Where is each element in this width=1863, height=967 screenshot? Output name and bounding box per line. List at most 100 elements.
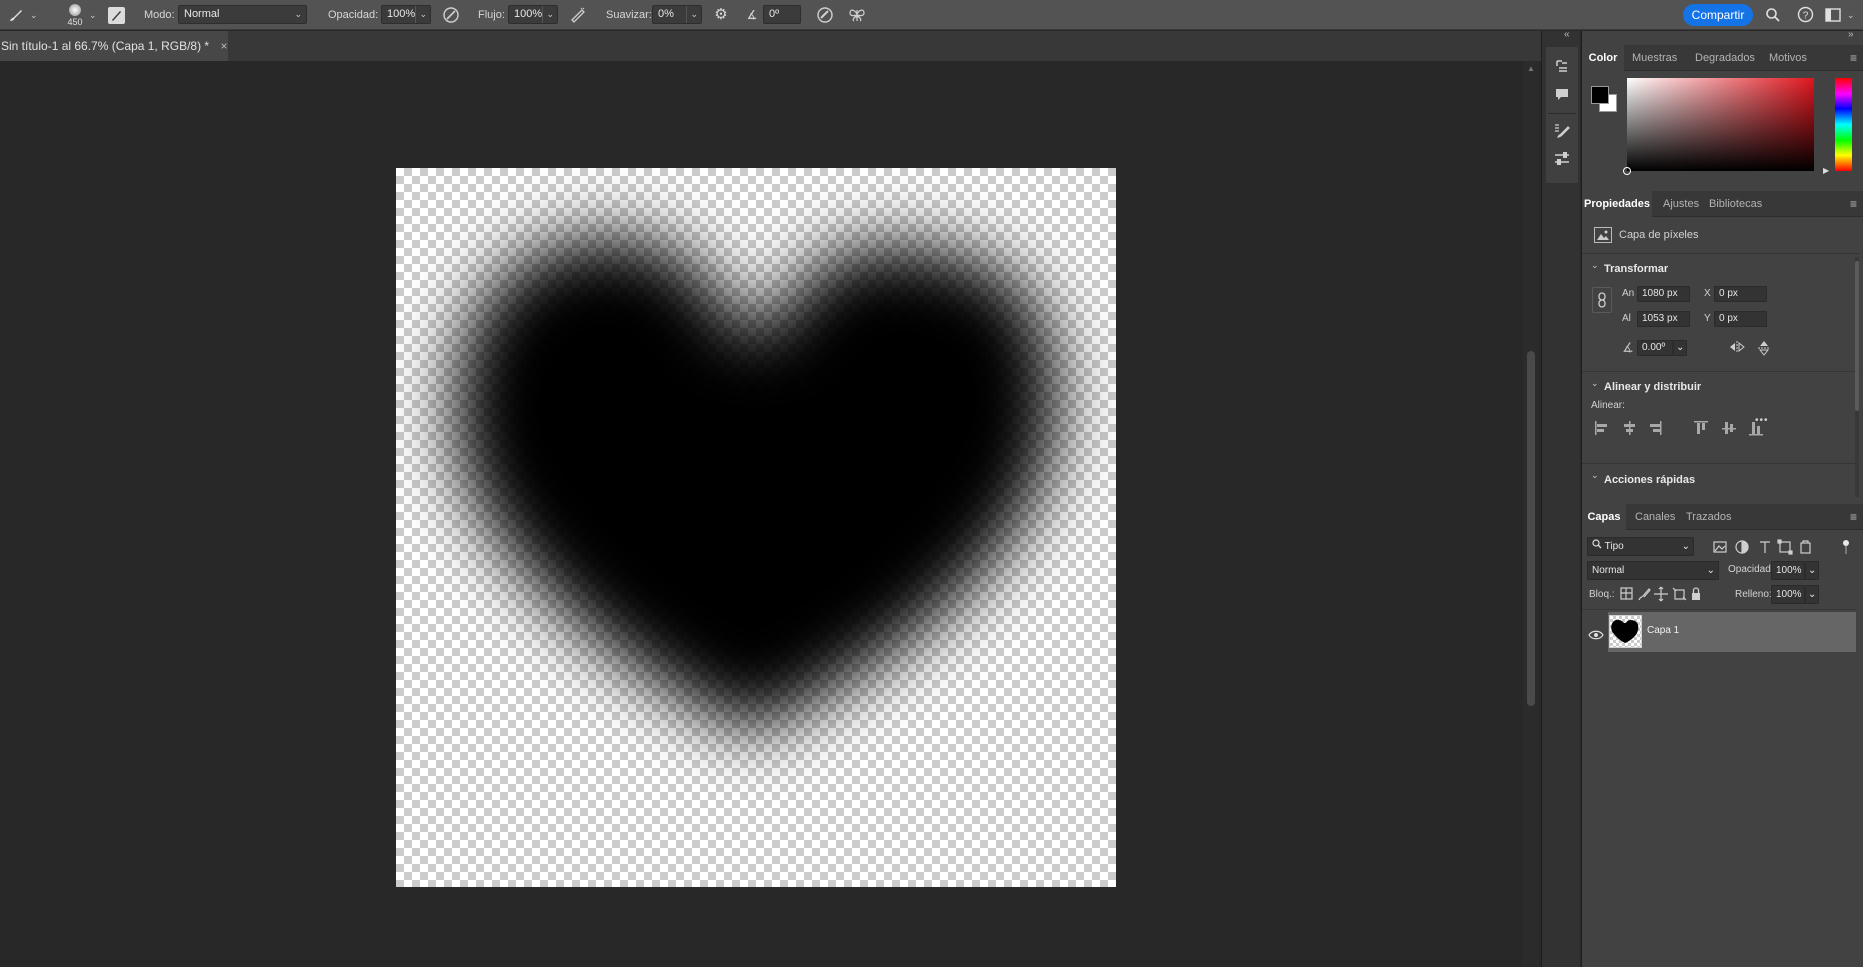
options-bar: ⌄ 450 ⌄ Modo: Normal ⌄ Opacidad: 100% ⌄ … — [0, 0, 1863, 30]
fill-chevron-icon[interactable]: ⌄ — [1805, 585, 1819, 604]
x-input[interactable]: 0 px — [1714, 286, 1767, 302]
brush-preset-chevron-icon[interactable]: ⌄ — [89, 10, 97, 21]
layer-opacity-label: Opacidad: — [1728, 564, 1774, 575]
more-options-icon[interactable]: ••• — [1755, 415, 1769, 426]
workspace-icon[interactable] — [1823, 0, 1843, 33]
rotate-angle-icon: ∡ — [1622, 340, 1634, 355]
x-label: X — [1704, 288, 1711, 299]
blend-mode-select[interactable]: Normal ⌄ — [1587, 561, 1719, 580]
width-input[interactable]: 1080 px — [1637, 286, 1690, 302]
vertical-scrollbar[interactable]: ▲ — [1523, 61, 1539, 967]
tab-patterns[interactable]: Motivos — [1769, 45, 1807, 71]
fill-input[interactable]: 100% — [1771, 585, 1805, 604]
divider — [1582, 463, 1860, 464]
panel-menu-icon[interactable]: ≡ — [1850, 198, 1862, 210]
brush-settings-panel-icon[interactable] — [108, 7, 125, 24]
smoothing-input[interactable]: 0% ⌄ — [652, 5, 702, 24]
document-canvas[interactable] — [396, 168, 1116, 887]
panel-menu-icon[interactable]: ≡ — [1850, 511, 1862, 523]
brush-size-value: 450 — [67, 17, 83, 27]
link-dimensions-button[interactable] — [1592, 287, 1612, 313]
collapse-right-icon[interactable]: » — [1848, 29, 1854, 40]
scroll-up-icon[interactable]: ▲ — [1527, 64, 1535, 73]
layer-filter-select[interactable]: Tipo ⌄ — [1587, 537, 1694, 556]
chevron-down-icon: ⌄ — [1706, 565, 1715, 576]
align-section-title[interactable]: Alinear y distribuir — [1604, 381, 1701, 393]
tab-swatches[interactable]: Muestras — [1632, 45, 1677, 71]
smoothing-options-gear-icon[interactable]: ⚙ — [710, 0, 732, 30]
blend-mode-value: Normal — [1592, 565, 1625, 576]
layer-row[interactable]: Capa 1 — [1608, 612, 1856, 652]
hue-slider[interactable] — [1835, 78, 1852, 171]
properties-scrollbar[interactable] — [1855, 257, 1859, 497]
color-field[interactable] — [1623, 78, 1814, 175]
flow-input[interactable]: 100% ⌄ — [508, 5, 558, 24]
flip-vertical-icon[interactable] — [1755, 340, 1773, 360]
transform-section-title[interactable]: Transformar — [1604, 263, 1668, 275]
chevron-down-icon[interactable]: ⌄ — [542, 6, 554, 23]
close-icon[interactable]: × — [220, 39, 227, 53]
y-label: Y — [1704, 313, 1711, 324]
mode-select[interactable]: Normal ⌄ — [178, 5, 307, 24]
chevron-down-icon[interactable]: ⌄ — [1591, 378, 1599, 389]
search-icon[interactable] — [1763, 0, 1783, 34]
collapse-left-icon[interactable]: « — [1564, 29, 1570, 40]
flip-horizontal-icon[interactable] — [1728, 340, 1746, 358]
tool-preset-chevron-icon[interactable]: ⌄ — [30, 10, 38, 21]
workspace-chevron-icon[interactable]: ⌄ — [1847, 10, 1855, 21]
heart-shape — [454, 237, 1058, 733]
adjustments-icon[interactable] — [1553, 151, 1571, 171]
airbrush-icon[interactable] — [567, 0, 589, 35]
scrollbar-thumb[interactable] — [1855, 261, 1859, 411]
pressure-size-icon[interactable] — [814, 0, 836, 35]
tab-adjustments[interactable]: Ajustes — [1663, 191, 1699, 217]
opacity-value: 100% — [387, 8, 416, 20]
layer-opacity-chevron-icon[interactable]: ⌄ — [1805, 561, 1819, 580]
tab-color[interactable]: Color — [1582, 45, 1624, 71]
chevron-down-icon[interactable]: ⌄ — [415, 6, 427, 23]
align-buttons-row — [1594, 420, 1764, 436]
rotation-input[interactable]: 0.00º — [1637, 340, 1673, 356]
tab-libraries[interactable]: Bibliotecas — [1709, 191, 1762, 217]
history-icon[interactable] — [1553, 59, 1571, 79]
hue-slider-handle[interactable]: ▶ — [1823, 166, 1829, 175]
tab-gradients[interactable]: Degradados — [1695, 45, 1755, 71]
help-icon[interactable]: ? — [1795, 0, 1815, 34]
document-tab[interactable]: Sin título-1 al 66.7% (Capa 1, RGB/8) * … — [0, 31, 228, 61]
share-button[interactable]: Compartir — [1683, 4, 1753, 26]
layer-opacity-input[interactable]: 100% — [1771, 561, 1805, 580]
smoothing-label: Suavizar: — [606, 9, 652, 21]
panel-menu-icon[interactable]: ≡ — [1850, 52, 1862, 64]
opacity-input[interactable]: 100% ⌄ — [381, 5, 431, 24]
brush-angle-input[interactable]: 0º — [763, 5, 801, 24]
scrollbar-thumb[interactable] — [1527, 351, 1535, 706]
brush-angle-icon: ∡ — [746, 8, 758, 22]
eye-visibility-icon[interactable] — [1588, 627, 1604, 640]
chevron-down-icon[interactable]: ⌄ — [1591, 470, 1599, 481]
quick-actions-section-title[interactable]: Acciones rápidas — [1604, 474, 1695, 486]
brush-tool-icon[interactable] — [6, 0, 26, 34]
pressure-opacity-icon[interactable] — [440, 0, 462, 35]
properties-panel-tabs: Propiedades Ajustes Bibliotecas ≡ — [1582, 191, 1863, 217]
tab-properties[interactable]: Propiedades — [1582, 191, 1652, 217]
tab-paths[interactable]: Trazados — [1686, 504, 1731, 530]
svg-text:?: ? — [1802, 11, 1808, 22]
layer-thumbnail[interactable] — [1609, 615, 1642, 648]
height-input[interactable]: 1053 px — [1637, 311, 1690, 327]
search-icon — [1592, 539, 1602, 549]
color-picker-handle[interactable] — [1623, 167, 1631, 175]
align-subtitle: Alinear: — [1591, 400, 1625, 411]
tab-channels[interactable]: Canales — [1635, 504, 1675, 530]
chevron-down-icon[interactable]: ⌄ — [1591, 260, 1599, 271]
comments-icon[interactable] — [1553, 87, 1571, 107]
tab-layers[interactable]: Capas — [1582, 504, 1626, 530]
layer-name[interactable]: Capa 1 — [1647, 625, 1679, 636]
divider — [1582, 609, 1856, 610]
symmetry-butterfly-icon[interactable] — [846, 0, 868, 35]
y-input[interactable]: 0 px — [1714, 311, 1767, 327]
chevron-down-icon[interactable]: ⌄ — [686, 6, 698, 23]
foreground-color-swatch[interactable] — [1591, 86, 1609, 104]
brush-presets-icon[interactable] — [1553, 123, 1571, 143]
rotation-dropdown-chevron-icon[interactable]: ⌄ — [1673, 340, 1687, 356]
brush-preset-picker[interactable]: 450 — [64, 2, 86, 30]
